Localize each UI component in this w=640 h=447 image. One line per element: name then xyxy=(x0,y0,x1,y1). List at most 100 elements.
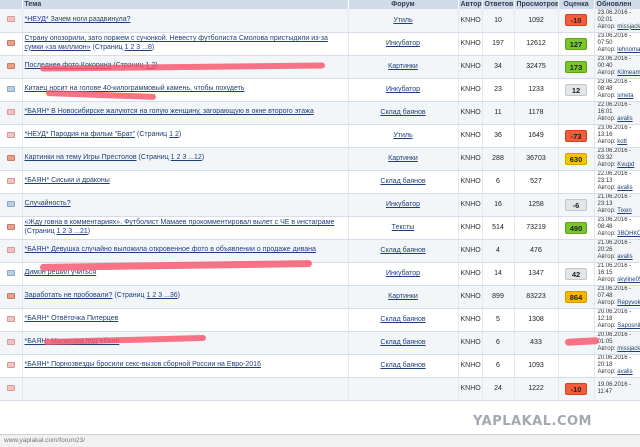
topic-link[interactable]: Заработать не пробовали? xyxy=(25,292,113,299)
author-cell[interactable]: KNHO xyxy=(458,285,483,309)
header-updated[interactable]: Обновлен xyxy=(594,0,640,9)
author-cell[interactable]: KNHO xyxy=(458,78,483,102)
last-author-link[interactable]: Kvupd xyxy=(617,162,634,168)
author-cell[interactable]: KNHO xyxy=(458,124,483,148)
forum-link[interactable]: Утиль xyxy=(393,132,412,139)
author-cell[interactable]: KNHO xyxy=(458,170,483,194)
topic-cell: Заработать не пробовали? (Страниц 1 2 3 … xyxy=(22,285,349,309)
forum-link[interactable]: Склад баянов xyxy=(380,362,425,369)
forum-link[interactable]: Склад баянов xyxy=(380,316,425,323)
forum-link[interactable]: Склад баянов xyxy=(380,109,425,116)
last-author-link[interactable]: avalis xyxy=(617,185,632,191)
author-cell[interactable]: KNHO xyxy=(458,262,483,286)
table-header: Тема Форум Автор Ответов Просмотров Оцен… xyxy=(0,0,640,9)
topic-link[interactable]: «Жду говна в комментариях». Футболист Ма… xyxy=(25,219,335,226)
author-cell[interactable]: KNHO xyxy=(458,239,483,263)
table-row: Картинки на тему Игры Престолов (Страниц… xyxy=(0,147,640,171)
topic-status-cell xyxy=(0,216,23,240)
pages-links[interactable]: 1 2 xyxy=(169,131,179,138)
forum-cell: Склад баянов xyxy=(348,331,459,355)
last-author-link[interactable]: missjackson xyxy=(617,346,639,352)
views-count: 1649 xyxy=(514,124,559,148)
topic-link[interactable]: *БАЯН* Сиськи и драконы xyxy=(25,177,110,184)
last-author-link[interactable]: 3ВОНКОВ xyxy=(617,231,639,237)
author-cell[interactable]: KNHO xyxy=(458,9,483,33)
forum-link[interactable]: Тексты xyxy=(392,224,415,231)
last-update-cell: 21.06.2016 -16:15Автор: skyline0502 xyxy=(594,262,640,286)
envelope-icon xyxy=(6,384,15,391)
update-time: 00:40 xyxy=(597,63,613,70)
last-author-link[interactable]: kott xyxy=(617,139,627,145)
last-author-link[interactable]: skyline0502 xyxy=(617,277,639,283)
forum-cell: Утиль xyxy=(348,124,459,148)
topic-link[interactable]: *БАЯН* Отвёточка Питерцев xyxy=(25,315,119,322)
last-author-link[interactable]: smeta xyxy=(617,93,633,99)
last-update-cell: 20.06.2016 -20:18 Автор: avalis xyxy=(594,354,640,378)
forum-link[interactable]: Склад баянов xyxy=(380,178,425,185)
rating-cell xyxy=(558,170,595,194)
author-cell[interactable]: KNHO xyxy=(458,55,483,79)
forum-link[interactable]: Инкубатор xyxy=(386,201,420,208)
forum-link[interactable]: Картинки xyxy=(388,63,418,70)
topic-link[interactable]: *БАЯН* Девушка случайно выложила открове… xyxy=(25,246,316,253)
author-cell[interactable]: KNHO xyxy=(458,32,483,56)
pages-links[interactable]: 1 2 3 ...12 xyxy=(171,154,202,161)
header-topic[interactable]: Тема xyxy=(22,0,349,9)
header-forum[interactable]: Форум xyxy=(348,0,459,9)
author-cell[interactable]: KNHO xyxy=(458,377,483,401)
last-author-link[interactable]: avalis xyxy=(617,369,632,375)
header-author[interactable]: Автор xyxy=(458,0,483,9)
topic-link[interactable]: Случайность? xyxy=(25,200,71,207)
topic-cell xyxy=(22,377,349,401)
envelope-icon xyxy=(6,39,15,46)
header-rating[interactable]: Оценка xyxy=(558,0,595,9)
last-author-link[interactable]: Tixen xyxy=(617,208,631,214)
author-cell[interactable]: KNHO xyxy=(458,331,483,355)
last-author-link[interactable]: avalis xyxy=(617,254,632,260)
status-url: www.yaplakal.com/forum23/ xyxy=(4,437,85,444)
author-cell[interactable]: KNHO xyxy=(458,193,483,217)
update-date: 20.06.2016 - xyxy=(597,355,632,362)
topic-link[interactable]: *НЕУД* Пародия на фильм "Брат" xyxy=(25,131,136,138)
topic-pages: (Страниц 1 2 3 ...8) xyxy=(92,43,155,51)
forum-link[interactable]: Инкубатор xyxy=(386,270,420,277)
envelope-icon xyxy=(6,200,15,207)
last-author-label: Автор: xyxy=(597,115,616,122)
table-row: *БАЯН* Сиськи и драконы Склад баянов KNHO 6… xyxy=(0,170,640,194)
topic-link[interactable]: Страну опозорили, зато поржем с сучонкой… xyxy=(25,35,328,51)
pages-links[interactable]: 1 2 3 ...36 xyxy=(147,292,178,299)
forum-link[interactable]: Картинки xyxy=(388,293,418,300)
forum-link[interactable]: Инкубатор xyxy=(386,40,420,47)
last-author-label: Автор: xyxy=(597,69,616,76)
update-date: 23.06.2016 - xyxy=(597,217,632,224)
update-time: 07:48 xyxy=(597,293,613,300)
topic-link[interactable]: *БАЯН* В Новосибирске жалуются на голую … xyxy=(25,108,314,115)
author-cell[interactable]: KNHO xyxy=(458,354,483,378)
forum-link[interactable]: Склад баянов xyxy=(380,247,425,254)
forum-link[interactable]: Картинки xyxy=(388,155,418,162)
author-cell[interactable]: KNHO xyxy=(458,308,483,332)
last-author-link[interactable]: Kilmeamine xyxy=(617,70,639,76)
author-cell[interactable]: KNHO xyxy=(458,101,483,125)
last-author-link[interactable]: Saposnik xyxy=(617,323,639,329)
last-author-link[interactable]: Repyvok xyxy=(617,300,639,306)
last-author-link[interactable]: avalis xyxy=(617,116,632,122)
pages-links[interactable]: 1 2 3 ...8 xyxy=(125,44,152,51)
topic-link[interactable]: *БАЯН* Порнозвезды бросили секс-вызов сб… xyxy=(25,361,261,368)
table-row: Случайность? Инкубатор KNHO 16 1258 -6 21.06.2… xyxy=(0,193,640,217)
topic-pages: (Страниц 1 2) xyxy=(137,131,182,139)
pages-links[interactable]: 1 2 3 ...21 xyxy=(57,228,88,235)
forum-link[interactable]: Инкубатор xyxy=(386,86,420,93)
forum-link[interactable]: Утиль xyxy=(393,17,412,24)
last-author-link[interactable]: lehnomaa xyxy=(617,47,639,53)
topic-link[interactable]: *НЕУД* Зачем ноги раздвинула? xyxy=(25,16,131,23)
topic-cell: *НЕУД* Пародия на фильм "Брат" (Страниц … xyxy=(22,124,349,148)
author-cell[interactable]: KNHO xyxy=(458,147,483,171)
last-author-link[interactable]: missjackson xyxy=(617,24,639,30)
author-cell[interactable]: KNHO xyxy=(458,216,483,240)
header-views[interactable]: Просмотров xyxy=(514,0,559,9)
topic-pages: (Страниц 1 2 3 ...36) xyxy=(114,292,180,300)
forum-link[interactable]: Склад баянов xyxy=(380,339,425,346)
topic-link[interactable]: Картинки на тему Игры Престолов xyxy=(25,154,137,161)
header-replies[interactable]: Ответов xyxy=(482,0,515,9)
